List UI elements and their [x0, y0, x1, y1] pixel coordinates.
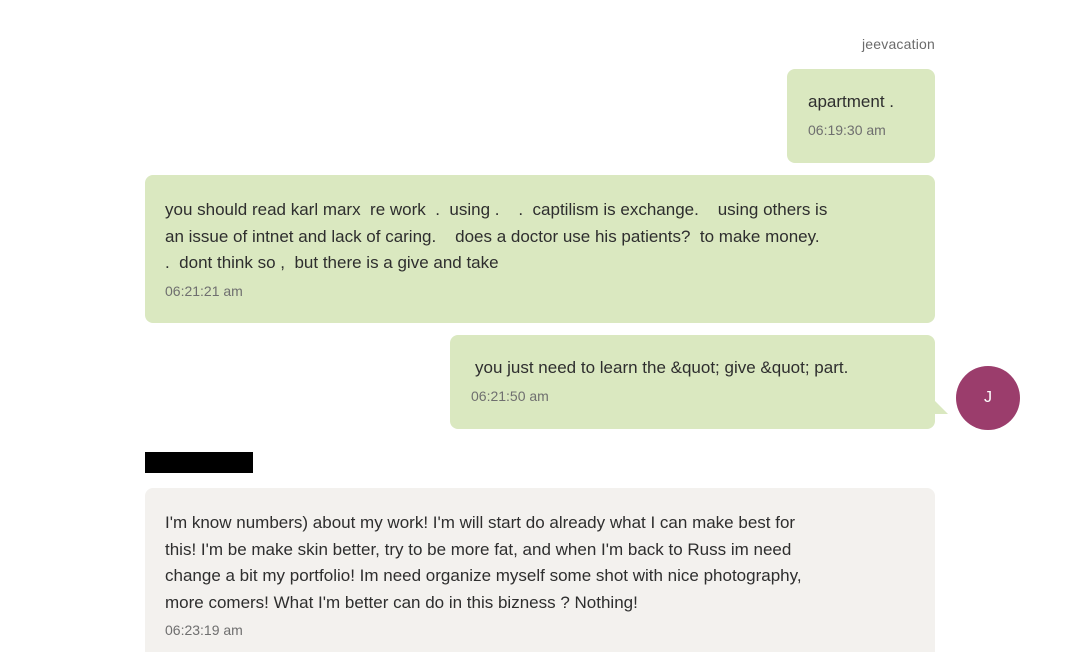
outgoing-message: you should read karl marx re work . usin…: [145, 175, 935, 323]
avatar[interactable]: J: [956, 366, 1020, 430]
message-text: you should read karl marx re work . usin…: [165, 200, 828, 272]
message-timestamp: 06:21:21 am: [165, 282, 243, 299]
sender-name: jeevacation: [861, 36, 935, 52]
bubble-tail: [930, 396, 948, 414]
outgoing-message: apartment . 06:19:30 am: [787, 69, 935, 163]
message-text: I'm know numbers) about my work! I'm wil…: [165, 513, 802, 612]
message-timestamp: 06:23:19 am: [165, 622, 243, 638]
message-timestamp: 06:21:50 am: [471, 387, 549, 404]
message-text: you just need to learn the &quot; give &…: [475, 358, 849, 377]
incoming-message: I'm know numbers) about my work! I'm wil…: [145, 488, 935, 652]
message-text: apartment .: [808, 92, 894, 111]
avatar-initial: J: [984, 389, 992, 406]
message-timestamp: 06:19:30 am: [808, 121, 886, 138]
redacted-sender-name: [145, 452, 253, 473]
outgoing-message: you just need to learn the &quot; give &…: [450, 335, 935, 429]
chat-thread: jeevacation apartment . 06:19:30 am you …: [0, 0, 1080, 652]
